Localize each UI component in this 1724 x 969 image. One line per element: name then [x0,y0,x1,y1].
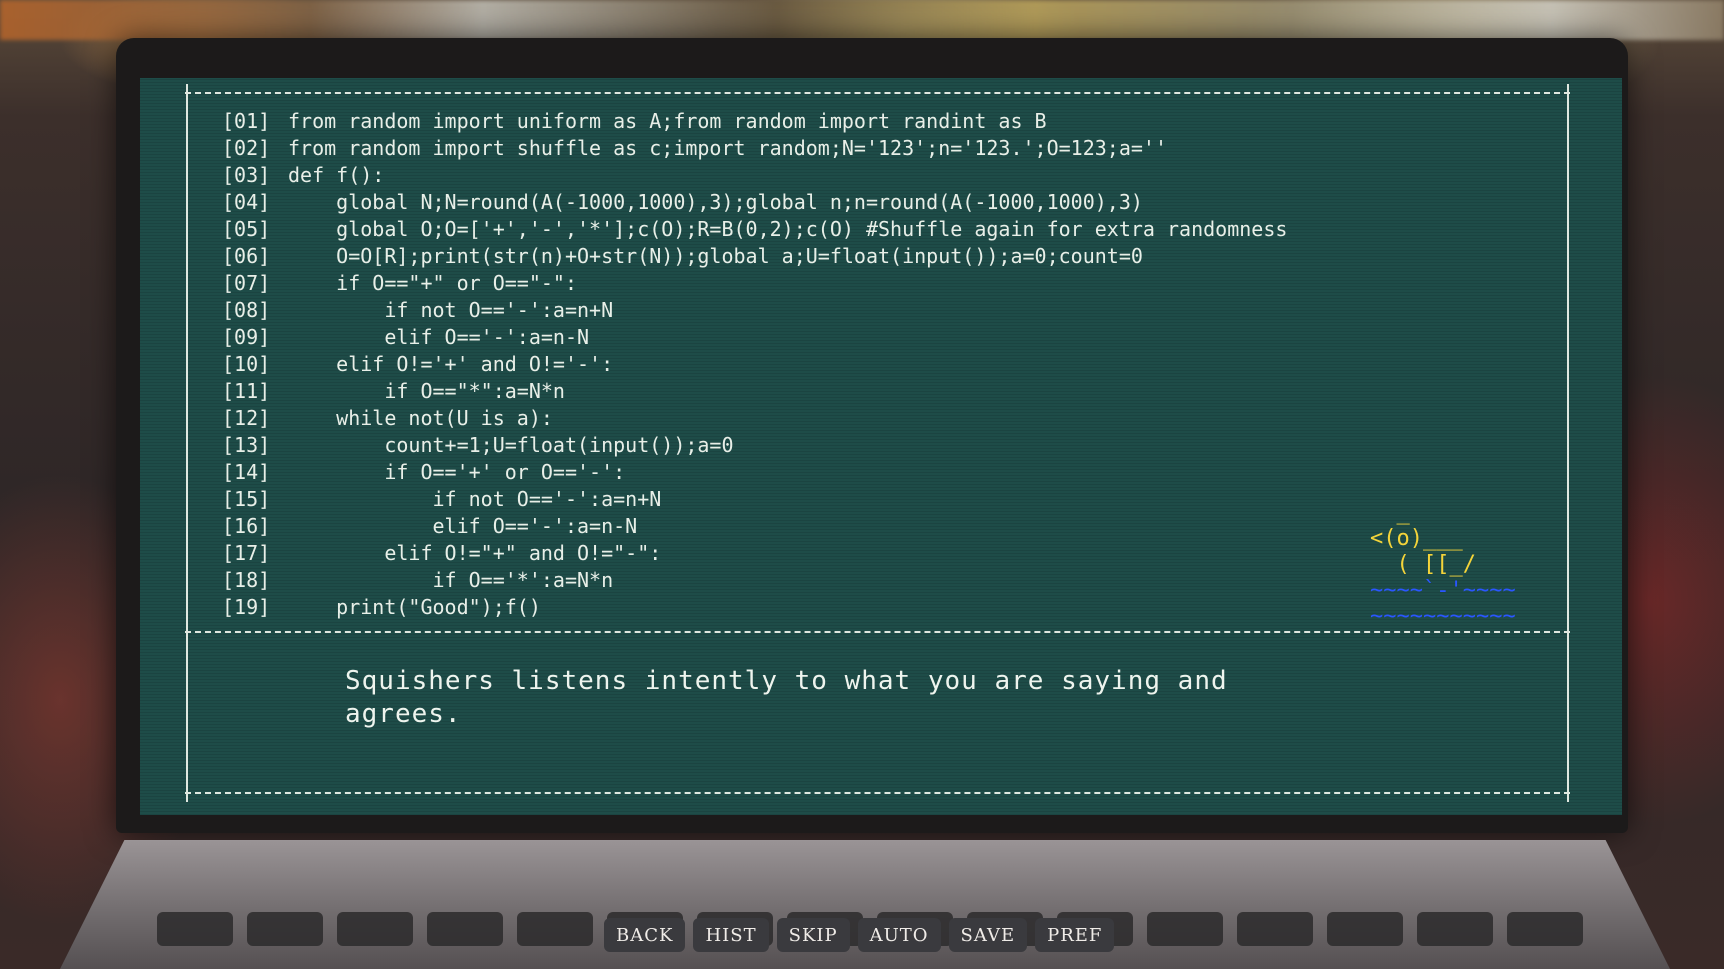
code-line: 04 global N;N=round(A(-1000,1000),3);glo… [222,189,1287,216]
line-number: 07 [222,270,288,297]
code-text: global O;O=['+','-','*'];c(O);R=B(0,2);c… [288,217,1288,241]
code-line: 03def f(): [222,162,1287,189]
water-line-2: ~~~~~~~~~~~ [1370,604,1516,629]
line-number: 09 [222,324,288,351]
code-text: print("Good");f() [288,595,541,619]
code-line: 15 if not O=='-':a=n+N [222,486,1287,513]
frame-middle-rule [185,631,1570,633]
code-line: 11 if O=="*":a=N*n [222,378,1287,405]
hist-button[interactable]: HIST [693,918,769,952]
code-listing: 01from random import uniform as A;from r… [222,108,1287,621]
code-text: from random import shuffle as c;import r… [288,136,1167,160]
code-text: if not O=='-':a=n+N [288,487,662,511]
code-text: global N;N=round(A(-1000,1000),3);global… [288,190,1143,214]
auto-button[interactable]: AUTO [857,918,941,952]
code-text: from random import uniform as A;from ran… [288,109,1047,133]
line-number: 17 [222,540,288,567]
code-line: 14 if O=='+' or O=='-': [222,459,1287,486]
code-line: 17 elif O!="+" and O!="-": [222,540,1287,567]
line-number: 16 [222,513,288,540]
code-text: O=O[R];print(str(n)+O+str(N));global a;U… [288,244,1143,268]
duck-body: ( [[_/ [1370,552,1476,577]
code-text: count+=1;U=float(input());a=0 [288,433,734,457]
frame-right-border [1567,84,1569,802]
line-number: 11 [222,378,288,405]
line-number: 08 [222,297,288,324]
code-line: 13 count+=1;U=float(input());a=0 [222,432,1287,459]
back-button[interactable]: BACK [604,918,686,952]
frame-top-rule [185,92,1570,94]
background-shelf [0,0,1724,40]
code-text: elif O!='+' and O!='-': [288,352,614,376]
line-number: 04 [222,189,288,216]
line-number: 03 [222,162,288,189]
water-line-1: ~~~~`-'~~~~ [1370,578,1516,603]
line-number: 13 [222,432,288,459]
code-line: 08 if not O=='-':a=n+N [222,297,1287,324]
quick-menu: BACK HIST SKIP AUTO SAVE PREF [604,918,1115,952]
line-number: 14 [222,459,288,486]
pref-button[interactable]: PREF [1035,918,1115,952]
line-number: 06 [222,243,288,270]
code-line: 10 elif O!='+' and O!='-': [222,351,1287,378]
code-line: 05 global O;O=['+','-','*'];c(O);R=B(0,2… [222,216,1287,243]
line-number: 19 [222,594,288,621]
line-number: 05 [222,216,288,243]
save-button[interactable]: SAVE [948,918,1028,952]
code-line: 12 while not(U is a): [222,405,1287,432]
line-number: 18 [222,567,288,594]
duck-ascii-art: _ <(o)___ ( [[_/ ~~~~`-'~~~~ ~~~~~~~~~~~ [1370,500,1516,630]
frame-bottom-rule [185,792,1570,794]
code-line: 01from random import uniform as A;from r… [222,108,1287,135]
code-text: if O=="*":a=N*n [288,379,565,403]
code-text: if O=='*':a=N*n [288,568,614,592]
code-text: if O=='+' or O=='-': [288,460,626,484]
code-text: if not O=='-':a=n+N [288,298,614,322]
duck-head: <(o)___ [1370,526,1463,551]
code-line: 06 O=O[R];print(str(n)+O+str(N));global … [222,243,1287,270]
code-line: 02from random import shuffle as c;import… [222,135,1287,162]
line-number: 10 [222,351,288,378]
line-number: 02 [222,135,288,162]
code-line: 16 elif O=='-':a=n-N [222,513,1287,540]
code-line: 19 print("Good");f() [222,594,1287,621]
code-line: 18 if O=='*':a=N*n [222,567,1287,594]
code-line: 07 if O=="+" or O=="-": [222,270,1287,297]
dialogue-text: Squishers listens intently to what you a… [345,666,1228,729]
skip-button[interactable]: SKIP [776,918,850,952]
code-text: elif O=='-':a=n-N [288,514,638,538]
line-number: 12 [222,405,288,432]
line-number: 01 [222,108,288,135]
code-text: def f(): [288,163,385,187]
code-text: while not(U is a): [288,406,553,430]
code-line: 09 elif O=='-':a=n-N [222,324,1287,351]
code-text: elif O=='-':a=n-N [288,325,590,349]
code-text: elif O!="+" and O!="-": [288,541,662,565]
line-number: 15 [222,486,288,513]
frame-left-border [186,84,188,802]
duck-head-top: _ [1370,500,1410,525]
code-text: if O=="+" or O=="-": [288,271,577,295]
